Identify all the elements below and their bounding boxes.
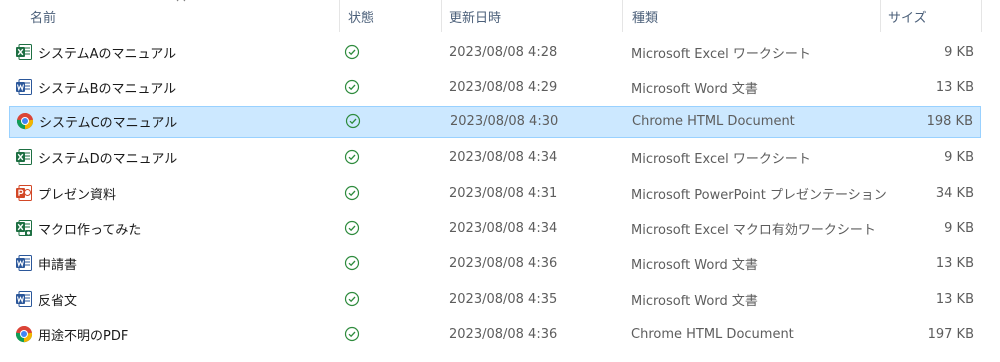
file-name: システムAのマニュアル xyxy=(38,46,177,62)
synced-check-icon xyxy=(344,255,360,271)
file-row[interactable]: プレゼン資料 2023/08/08 4:31 Microsoft PowerPoin… xyxy=(9,177,981,209)
file-size: 13 KB xyxy=(935,291,974,307)
chrome-icon xyxy=(16,112,34,130)
column-divider[interactable] xyxy=(622,0,623,32)
column-header-status[interactable]: 状態 xyxy=(348,0,374,32)
file-size: 13 KB xyxy=(935,255,974,271)
column-divider[interactable] xyxy=(880,0,881,32)
synced-check-icon xyxy=(344,44,360,60)
excel-macro-icon xyxy=(15,219,33,237)
file-name: システムDのマニュアル xyxy=(38,151,178,167)
file-size: 34 KB xyxy=(935,185,974,201)
modified-date: 2023/08/08 4:34 xyxy=(449,149,558,165)
powerpoint-icon xyxy=(15,184,33,202)
file-row[interactable]: 用途不明のPDF 2023/08/08 4:36 Chrome HTML Docum… xyxy=(9,318,981,350)
file-name-cell: システムDのマニュアル xyxy=(15,141,177,173)
synced-check-icon xyxy=(344,291,360,307)
status-cell xyxy=(344,283,360,315)
column-divider[interactable] xyxy=(981,0,982,32)
file-name-cell: マクロ作ってみた xyxy=(15,212,141,244)
modified-date: 2023/08/08 4:28 xyxy=(449,44,558,60)
file-row[interactable]: システムCのマニュアル 2023/08/08 4:30 Chrome HTML Do… xyxy=(9,106,981,138)
column-divider[interactable] xyxy=(441,0,442,32)
column-header-bar: 名前 状態 更新日時 種類 サイズ xyxy=(0,0,1000,32)
status-cell xyxy=(344,212,360,244)
file-type: Microsoft Word 文書 xyxy=(631,81,758,97)
modified-date: 2023/08/08 4:29 xyxy=(449,79,558,95)
file-type: Microsoft Word 文書 xyxy=(631,257,758,273)
file-size: 9 KB xyxy=(944,220,974,236)
word-icon xyxy=(15,290,33,308)
modified-date: 2023/08/08 4:31 xyxy=(449,185,558,201)
column-divider[interactable] xyxy=(339,0,340,32)
file-size: 9 KB xyxy=(944,149,974,165)
synced-check-icon xyxy=(344,326,360,342)
file-size: 13 KB xyxy=(935,79,974,95)
file-name-cell: システムAのマニュアル xyxy=(15,36,176,68)
file-row[interactable]: システムBのマニュアル 2023/08/08 4:29 Microsoft Word… xyxy=(9,71,981,103)
synced-check-icon xyxy=(344,185,360,201)
file-type: Chrome HTML Document xyxy=(632,113,795,129)
file-type: Microsoft Word 文書 xyxy=(631,293,758,309)
column-header-size[interactable]: サイズ xyxy=(888,0,927,32)
modified-date: 2023/08/08 4:36 xyxy=(449,255,558,271)
file-name: マクロ作ってみた xyxy=(38,222,142,238)
file-size: 9 KB xyxy=(944,44,974,60)
column-header-name[interactable]: 名前 xyxy=(30,0,56,32)
status-cell xyxy=(344,36,360,68)
file-name-cell: システムBのマニュアル xyxy=(15,71,176,103)
status-cell xyxy=(344,71,360,103)
file-row[interactable]: マクロ作ってみた 2023/08/08 4:34 Microsoft Excel マ… xyxy=(9,212,981,244)
file-size: 198 KB xyxy=(926,113,973,129)
file-name: システムCのマニュアル xyxy=(39,115,178,131)
excel-icon xyxy=(15,148,33,166)
file-type: Chrome HTML Document xyxy=(631,326,794,342)
file-row[interactable]: システムAのマニュアル 2023/08/08 4:28 Microsoft Exce… xyxy=(9,36,981,68)
file-name: 用途不明のPDF xyxy=(38,328,129,344)
modified-date: 2023/08/08 4:30 xyxy=(450,113,559,129)
file-row[interactable]: システムDのマニュアル 2023/08/08 4:34 Microsoft Exce… xyxy=(9,141,981,173)
file-row[interactable]: 反省文 2023/08/08 4:35 Microsoft Word 文書 13 KB xyxy=(9,283,981,315)
file-type: Microsoft Excel ワークシート xyxy=(631,151,811,167)
chrome-icon xyxy=(15,325,33,343)
sort-ascending-icon xyxy=(176,0,186,2)
synced-check-icon xyxy=(344,79,360,95)
file-name: プレゼン資料 xyxy=(38,187,117,203)
status-cell xyxy=(344,318,360,350)
modified-date: 2023/08/08 4:34 xyxy=(449,220,558,236)
file-name: 反省文 xyxy=(38,293,78,309)
excel-icon xyxy=(15,43,33,61)
column-header-date[interactable]: 更新日時 xyxy=(449,0,501,32)
synced-check-icon xyxy=(344,220,360,236)
modified-date: 2023/08/08 4:35 xyxy=(449,291,558,307)
status-cell xyxy=(344,247,360,279)
file-name-cell: 申請書 xyxy=(15,247,77,279)
column-header-type[interactable]: 種類 xyxy=(632,0,658,32)
file-type: Microsoft Excel ワークシート xyxy=(631,46,811,62)
file-name-cell: プレゼン資料 xyxy=(15,177,116,209)
status-cell xyxy=(344,177,360,209)
status-cell xyxy=(344,141,360,173)
modified-date: 2023/08/08 4:36 xyxy=(449,326,558,342)
file-name-cell: 用途不明のPDF xyxy=(15,318,128,350)
synced-check-icon xyxy=(344,149,360,165)
file-type: Microsoft PowerPoint プレゼンテーション xyxy=(631,187,887,203)
file-name-cell: 反省文 xyxy=(15,283,77,315)
word-icon xyxy=(15,254,33,272)
file-row[interactable]: 申請書 2023/08/08 4:36 Microsoft Word 文書 13 KB xyxy=(9,247,981,279)
word-icon xyxy=(15,78,33,96)
file-size: 197 KB xyxy=(927,326,974,342)
status-cell xyxy=(345,106,361,136)
synced-check-icon xyxy=(345,113,361,129)
file-type: Microsoft Excel マクロ有効ワークシート xyxy=(631,222,876,238)
file-name-cell: システムCのマニュアル xyxy=(16,106,177,136)
file-name: システムBのマニュアル xyxy=(38,81,177,97)
file-name: 申請書 xyxy=(38,257,78,273)
